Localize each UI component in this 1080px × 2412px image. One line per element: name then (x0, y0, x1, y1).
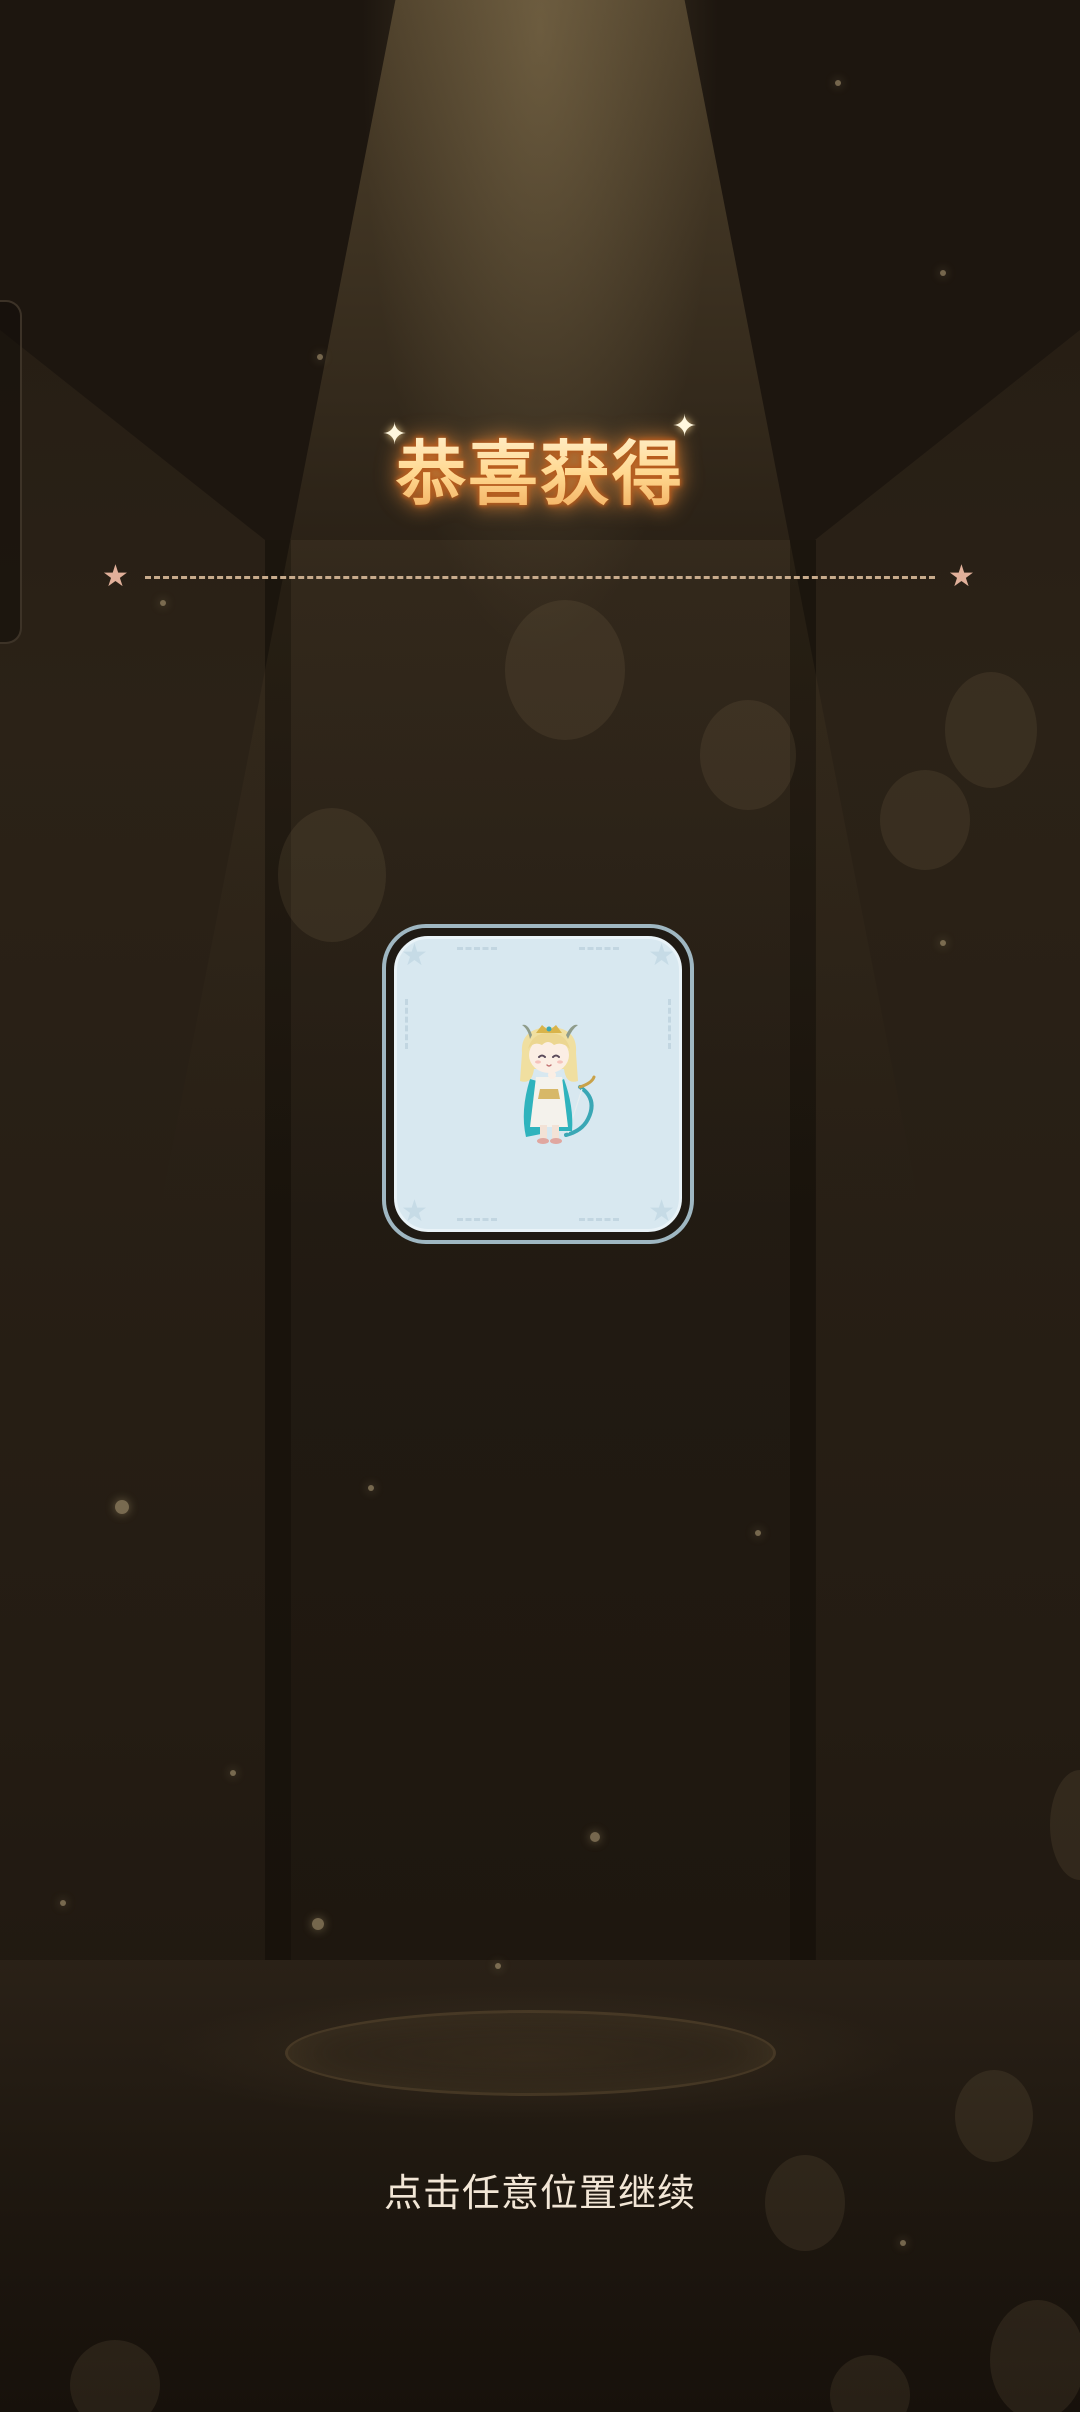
reward-title: 恭喜获得 (0, 418, 1080, 519)
chibi-character-with-bow-icon (520, 1024, 596, 1144)
star-icon: ★ (401, 1194, 428, 1229)
reward-item-card[interactable]: ★ ★ ★ ★ (382, 924, 694, 1244)
frame-dash (457, 947, 497, 950)
sparkle (317, 354, 323, 360)
reward-item-frame: ★ ★ ★ ★ (394, 936, 682, 1232)
stage-pillar-right (790, 540, 816, 1960)
star-icon: ★ (648, 1194, 675, 1229)
stage-pillar-left (265, 540, 291, 1960)
sparkle (940, 270, 946, 276)
frame-dash (579, 1218, 619, 1221)
frame-dash (457, 1218, 497, 1221)
star-icon: ★ (401, 938, 428, 973)
reward-screen[interactable]: 恭喜获得 ✦ ✦ ★ ★ ★ ★ ★ ★ 点击任意位置继续 (0, 0, 1080, 2412)
frame-dash (405, 999, 408, 1049)
frame-dash (579, 947, 619, 950)
star-icon: ★ (948, 559, 975, 594)
title-divider (145, 576, 935, 579)
stage-back-wall (265, 540, 815, 1960)
frame-dash (668, 999, 671, 1049)
sparkle (835, 80, 841, 86)
sparkle-star-icon: ✦ (382, 417, 408, 452)
star-icon: ★ (648, 938, 675, 973)
floor-ring (285, 2010, 776, 2096)
tap-to-continue-hint: 点击任意位置继续 (383, 2171, 696, 2215)
sparkle-star-icon: ✦ (672, 409, 698, 444)
star-icon: ★ (102, 559, 129, 594)
